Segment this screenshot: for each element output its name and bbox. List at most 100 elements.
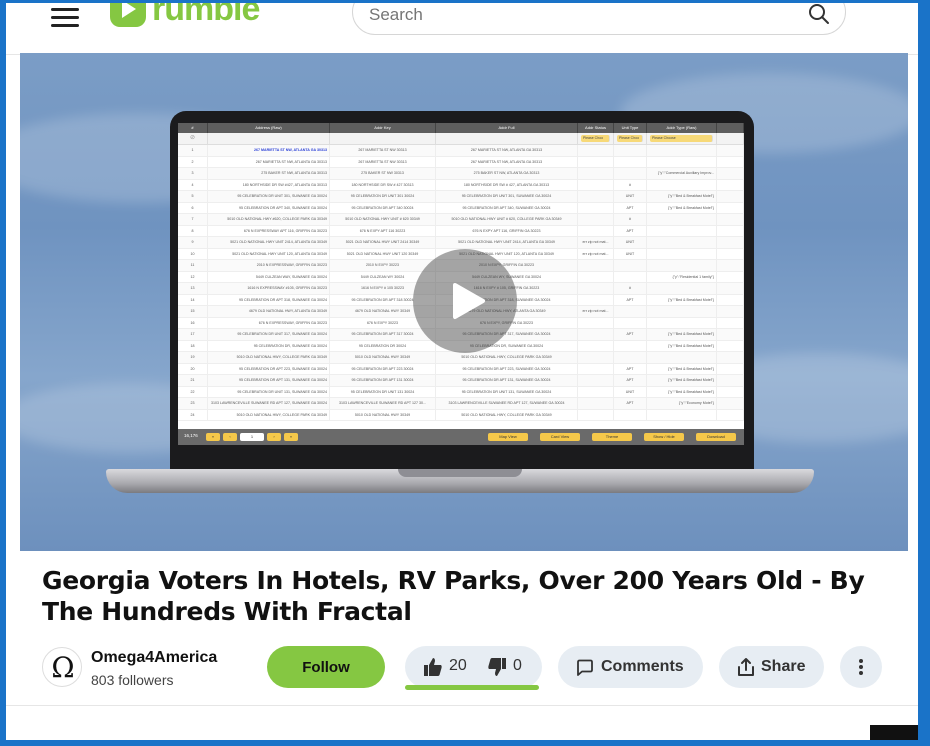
- table-cell: [647, 409, 717, 420]
- menu-icon[interactable]: [51, 3, 79, 27]
- prev-page-button[interactable]: ‹: [223, 433, 237, 441]
- table-cell: UNIT: [614, 237, 647, 248]
- search-icon[interactable]: [807, 2, 831, 26]
- table-cell: [647, 225, 717, 236]
- table-row[interactable]: 19 5010 OLD NATIONAL HWY, COLLEGE PARK GA…: [178, 352, 744, 364]
- table-cell: [717, 283, 744, 294]
- status-filter[interactable]: Please Choo: [581, 135, 610, 142]
- table-row[interactable]: 24 5010 OLD NATIONAL HWY, COLLEGE PARK GA…: [178, 409, 744, 421]
- table-cell: {"y":"Residential 1 family"}: [647, 271, 717, 282]
- thumbs-up-icon[interactable]: [423, 657, 443, 677]
- table-row[interactable]: 21 95 CELEBRATION DR APT 131, SUWANEE GA …: [178, 375, 744, 387]
- table-row[interactable]: 22 95 CELEBRATION DR UNIT 131, SUWANEE GA…: [178, 386, 744, 398]
- theme-button[interactable]: Theme: [592, 433, 632, 441]
- table-cell: 2010 N EXPY 30223: [330, 260, 436, 271]
- share-button[interactable]: Share: [719, 646, 824, 688]
- table-cell: [717, 352, 744, 363]
- table-cell: [647, 352, 717, 363]
- column-header[interactable]: Addr Key: [330, 123, 436, 133]
- table-cell: 676 N EXPRESSWAY APT 116, GRIFFIN GA 302…: [208, 225, 330, 236]
- column-header[interactable]: Addr Type (Raw): [647, 123, 717, 133]
- table-cell: #: [614, 283, 647, 294]
- page-input[interactable]: 1: [240, 433, 264, 441]
- table-cell: 95 CELEBRATION DR UNIT 301, SUWANEE GA 3…: [436, 191, 578, 202]
- unit-type-filter[interactable]: Please Choo: [617, 135, 643, 142]
- channel-name[interactable]: Omega4America: [91, 649, 217, 667]
- table-row[interactable]: 20 95 CELEBRATION DR APT 223, SUWANEE GA …: [178, 363, 744, 375]
- table-cell: 3103 LAWRENCEVILLE SUWANEE RD APT 127, S…: [208, 398, 330, 409]
- table-cell: 95 CELEBRATION DR APT 340 30024: [330, 202, 436, 213]
- more-options-button[interactable]: [840, 646, 882, 688]
- table-cell: 1: [178, 145, 208, 156]
- column-header[interactable]: Address (Raw): [208, 123, 330, 133]
- table-row[interactable]: 7 5010 OLD NATIONAL HWY #620, COLLEGE PAR…: [178, 214, 744, 226]
- last-page-button[interactable]: »: [284, 433, 298, 441]
- partial-thumbnail[interactable]: [870, 725, 918, 740]
- table-cell: [614, 409, 647, 420]
- laptop-base: [106, 469, 814, 493]
- table-cell: [578, 386, 614, 397]
- comments-button[interactable]: Comments: [558, 646, 703, 688]
- search-input[interactable]: [369, 4, 789, 26]
- table-row[interactable]: 23 3103 LAWRENCEVILLE SUWANEE RD APT 127,…: [178, 398, 744, 410]
- table-cell: 275 BAKER ST NW, ATLANTA GA 30313: [436, 168, 578, 179]
- card-view-button[interactable]: Card View: [540, 433, 580, 441]
- table-row[interactable]: 6 95 CELEBRATION DR APT 340, SUWANEE GA 3…: [178, 202, 744, 214]
- next-page-button[interactable]: ›: [267, 433, 281, 441]
- table-cell: 7: [178, 214, 208, 225]
- table-cell: {"y":"Bed & Breakfast Motel"}: [647, 294, 717, 305]
- table-cell: [717, 306, 744, 317]
- table-cell: [647, 248, 717, 259]
- table-cell: 180 NORTHSIDE DR SW #427, ATLANTA GA 303…: [208, 179, 330, 190]
- table-row[interactable]: 1 267 MARIETTA ST NW, ATLANTA GA 30313 267…: [178, 145, 744, 157]
- table-cell: [578, 317, 614, 328]
- video-player[interactable]: # Address (Raw) Addr Key Addr Full Addr Stat…: [20, 53, 908, 551]
- addr-type-filter[interactable]: Please Choose: [650, 135, 713, 142]
- table-cell: [717, 248, 744, 259]
- table-cell: [717, 237, 744, 248]
- table-row[interactable]: 4 180 NORTHSIDE DR SW #427, ATLANTA GA 30…: [178, 179, 744, 191]
- table-cell: UNIT: [614, 191, 647, 202]
- table-cell: 19: [178, 352, 208, 363]
- table-cell: [717, 156, 744, 167]
- table-cell: err zip not mat...: [578, 248, 614, 259]
- download-button[interactable]: Download: [696, 433, 736, 441]
- table-row[interactable]: 2 267 MARIETTA ST NW, ATLANTA GA 30313 267…: [178, 156, 744, 168]
- table-row[interactable]: 5 95 CELEBRATION DR UNIT 301, SUWANEE GA …: [178, 191, 744, 203]
- rumble-logo[interactable]: rumble: [110, 0, 260, 29]
- column-header[interactable]: Unit Type: [614, 123, 647, 133]
- column-header[interactable]: Addr Full: [436, 123, 578, 133]
- logo-text: rumble: [152, 0, 260, 28]
- table-cell: 95 CELEBRATION DR UNIT 131, SUWANEE GA 3…: [208, 386, 330, 397]
- filter-cell: Please Choose: [647, 133, 717, 144]
- column-header[interactable]: #: [178, 123, 208, 133]
- table-row[interactable]: 3 275 BAKER ST NW, ATLANTA GA 30313 275 BA…: [178, 168, 744, 180]
- search-bar: [352, 2, 846, 35]
- table-row[interactable]: 8 676 N EXPRESSWAY APT 116, GRIFFIN GA 30…: [178, 225, 744, 237]
- clear-filter-icon[interactable]: ⊘: [178, 133, 208, 144]
- table-cell: 8: [178, 225, 208, 236]
- map-view-button[interactable]: Map View: [488, 433, 528, 441]
- table-cell: 18: [178, 340, 208, 351]
- table-cell: [614, 260, 647, 271]
- laptop-notch: [398, 469, 522, 477]
- follower-count: 803 followers: [91, 672, 174, 688]
- table-cell: [647, 260, 717, 271]
- show-hide-button[interactable]: Show / Hide: [644, 433, 684, 441]
- play-button[interactable]: [413, 249, 517, 353]
- table-cell: 20: [178, 363, 208, 374]
- table-row[interactable]: 9 5021 OLD NATIONAL HWY UNIT 2414, ATLANT…: [178, 237, 744, 249]
- follow-button[interactable]: Follow: [267, 646, 385, 688]
- column-header[interactable]: Addr Status: [578, 123, 614, 133]
- table-cell: [614, 306, 647, 317]
- table-cell: [647, 156, 717, 167]
- table-cell: 95 CELEBRATION DR APT 223, SUWANEE GA 30…: [436, 363, 578, 374]
- table-cell: [717, 260, 744, 271]
- table-cell: {"y":"Bed & Breakfast Motel"}: [647, 363, 717, 374]
- table-cell: [578, 191, 614, 202]
- first-page-button[interactable]: «: [206, 433, 220, 441]
- thumbs-down-icon[interactable]: [487, 657, 507, 677]
- table-cell: 95 CELEBRATION DR APT 340, SUWANEE GA 30…: [208, 202, 330, 213]
- channel-avatar[interactable]: Ω: [42, 647, 82, 687]
- column-header[interactable]: [717, 123, 744, 133]
